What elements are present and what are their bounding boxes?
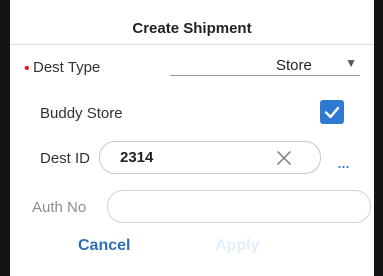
create-shipment-dialog: Create Shipment • Dest Type Store ▼ Budd… (10, 0, 374, 276)
clear-icon[interactable] (275, 149, 293, 167)
cancel-button[interactable]: Cancel (78, 237, 130, 255)
dialog-title: Create Shipment (132, 20, 252, 37)
screen-frame: Create Shipment • Dest Type Store ▼ Budd… (0, 0, 383, 276)
required-indicator: • (24, 60, 30, 77)
dropdown-arrow-icon: ▼ (345, 56, 357, 70)
buddy-store-label: Buddy Store (40, 105, 123, 122)
dest-id-label: Dest ID (40, 150, 91, 167)
checkmark-icon (324, 106, 340, 119)
dest-type-select[interactable]: Store ▼ (170, 55, 360, 76)
auth-no-input[interactable] (107, 190, 371, 223)
auth-no-label: Auth No (32, 199, 87, 216)
buddy-store-checkbox[interactable] (320, 100, 344, 124)
dest-type-value: Store (276, 57, 312, 74)
more-options-icon[interactable]: ... (337, 153, 350, 171)
dest-id-value: 2314 (120, 149, 154, 166)
left-edge (0, 0, 10, 276)
dialog-header: Create Shipment (10, 0, 374, 45)
dest-type-label: Dest Type (33, 59, 101, 76)
right-edge (374, 0, 383, 276)
apply-button[interactable]: Apply (215, 237, 259, 255)
dest-id-input[interactable]: 2314 (99, 141, 321, 174)
